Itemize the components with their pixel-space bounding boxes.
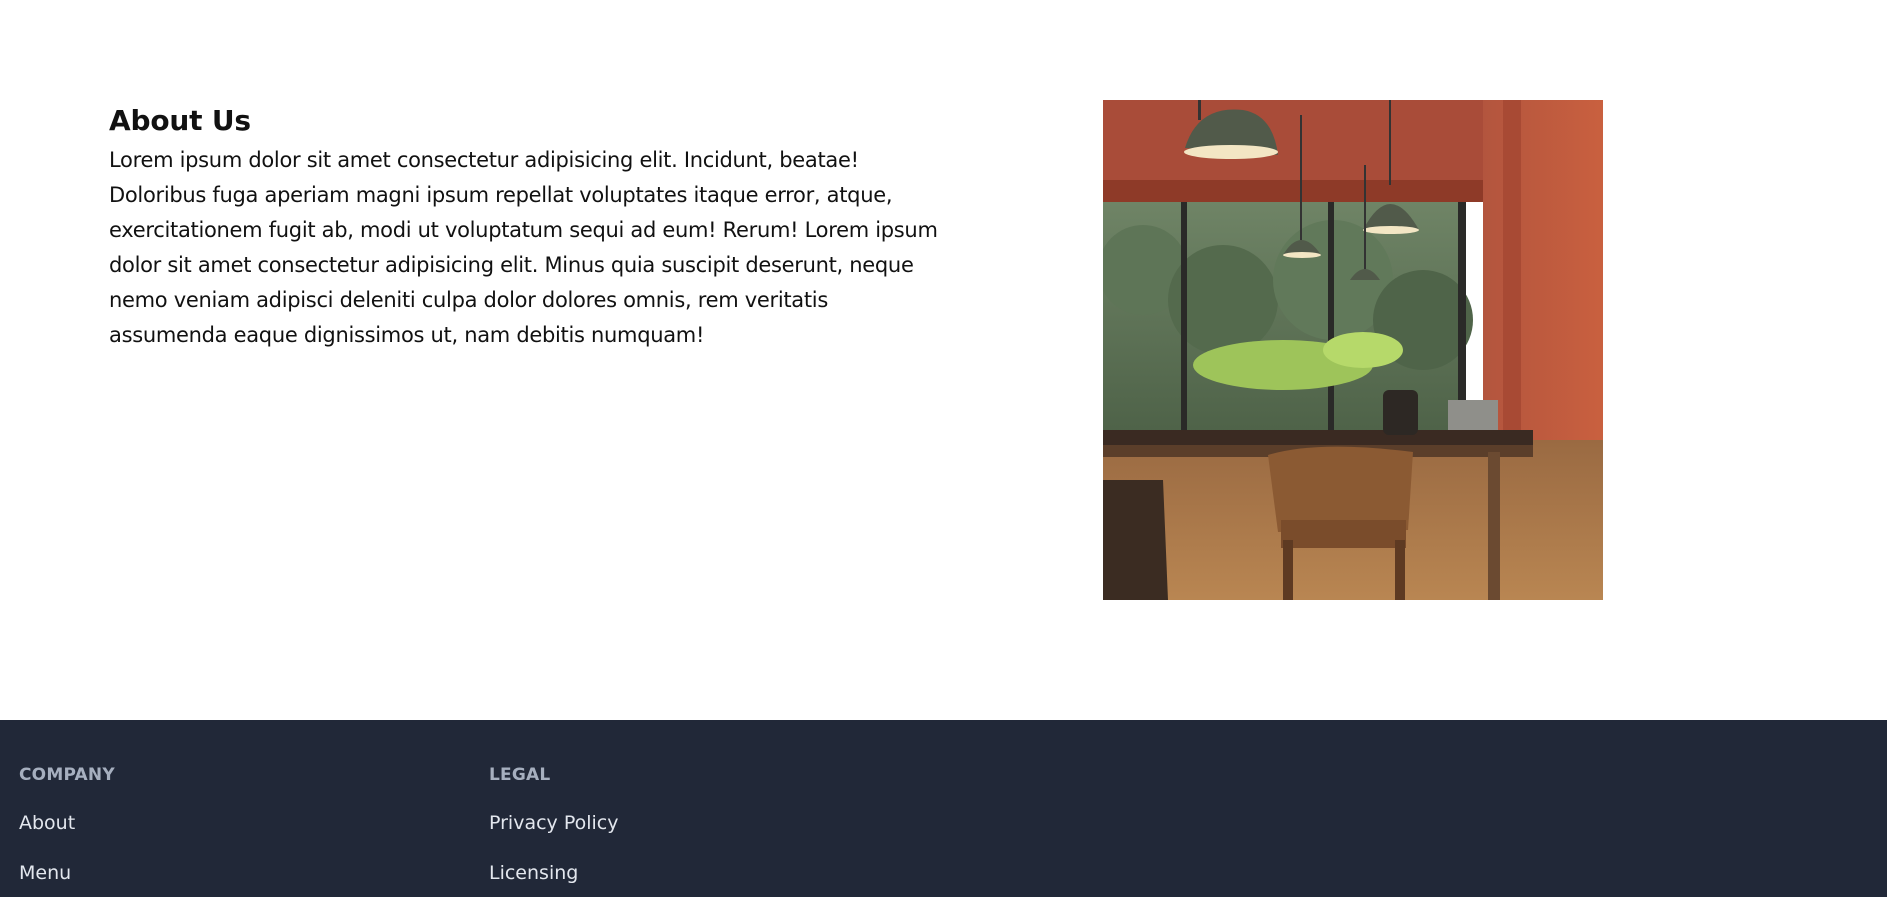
footer-link-privacy-policy[interactable]: Privacy Policy bbox=[489, 811, 618, 835]
footer-link-menu[interactable]: Menu bbox=[19, 861, 71, 885]
footer-company-links: About Menu bbox=[19, 811, 115, 885]
site-footer: COMPANY About Menu LEGAL Privacy Policy … bbox=[0, 720, 1887, 897]
footer-link-item: Menu bbox=[19, 861, 115, 885]
about-title: About Us bbox=[109, 104, 251, 137]
footer-link-licensing[interactable]: Licensing bbox=[489, 861, 578, 885]
footer-company-heading: COMPANY bbox=[19, 765, 115, 785]
about-text-block: About Us Lorem ipsum dolor sit amet cons… bbox=[109, 103, 944, 353]
about-body-text: Lorem ipsum dolor sit amet consectetur a… bbox=[109, 148, 938, 347]
restaurant-interior-image bbox=[1103, 100, 1603, 600]
footer-link-item: Licensing bbox=[489, 861, 618, 885]
footer-legal-column: LEGAL Privacy Policy Licensing bbox=[489, 764, 618, 911]
footer-legal-links: Privacy Policy Licensing bbox=[489, 811, 618, 885]
about-section: About Us Lorem ipsum dolor sit amet cons… bbox=[0, 0, 1887, 720]
footer-legal-heading: LEGAL bbox=[489, 765, 551, 785]
footer-company-column: COMPANY About Menu bbox=[19, 764, 115, 911]
footer-link-item: About bbox=[19, 811, 115, 835]
footer-link-item: Privacy Policy bbox=[489, 811, 618, 835]
footer-link-about[interactable]: About bbox=[19, 811, 75, 835]
